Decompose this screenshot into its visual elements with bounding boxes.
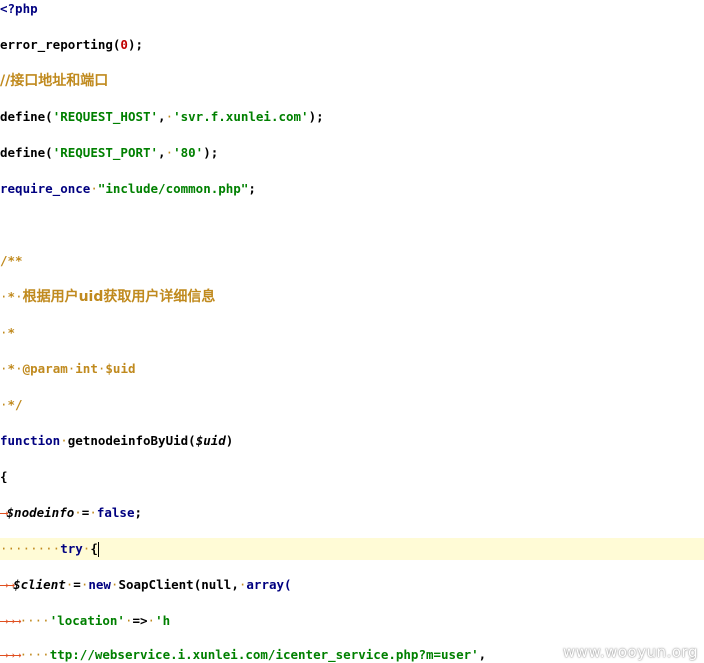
punctuation: );	[203, 145, 219, 160]
text-cursor	[97, 542, 99, 557]
punctuation: ,	[478, 647, 487, 662]
space-marker: ····	[19, 647, 50, 662]
doc-comment-text: 根据用户uid获取用户详细信息	[22, 289, 216, 305]
code-line-14: ⟶$nodeinfo·=·false;	[0, 502, 704, 524]
string-literal: 'svr.f.xunlei.com'	[173, 109, 309, 124]
punctuation: );	[127, 37, 144, 52]
php-open-tag: <?php	[0, 1, 38, 16]
string-literal: "include/common.php"	[97, 181, 249, 196]
doc-comment-star: *	[7, 289, 16, 304]
doc-comment-star: *	[7, 361, 16, 376]
space-marker: ·	[0, 361, 8, 376]
doc-var: $uid	[105, 361, 136, 376]
space-marker: ·	[15, 361, 23, 376]
keyword: false	[96, 505, 135, 520]
code-line-13: {	[0, 466, 704, 488]
function-call: define(	[0, 109, 53, 124]
space-marker: ·	[89, 505, 97, 520]
keyword: require_once	[0, 181, 91, 196]
code-line-12: function·getnodeinfoByUid($uid)	[0, 430, 704, 452]
code-line-6: require_once·"include/common.php";	[0, 178, 704, 200]
space-marker: ····	[19, 613, 50, 628]
string-literal: ttp://webservice.i.xunlei.com/icenter_se…	[49, 647, 479, 662]
punctuation: );	[308, 109, 324, 124]
variable: $nodeinfo	[6, 505, 75, 520]
code-line-9: ·*	[0, 322, 704, 344]
space-marker: ·	[15, 289, 23, 304]
operator: =	[73, 577, 81, 592]
code-line-11: ·*/	[0, 394, 704, 416]
number-literal: 0	[120, 37, 128, 52]
tab-arrow-icon: ⟶⟶⟶	[0, 613, 21, 628]
brace: {	[90, 541, 98, 556]
space-marker: ·	[165, 145, 174, 160]
code-line-7: /**	[0, 250, 704, 272]
doc-tag: @param	[22, 361, 68, 376]
comment: //接口地址和端口	[0, 73, 109, 89]
string-literal: 'REQUEST_HOST'	[52, 109, 159, 124]
punctuation: ,	[158, 109, 166, 124]
doc-comment-open: /**	[0, 253, 23, 268]
code-line-16: ⟶⟶$client·=·new·SoapClient(null,·array(	[0, 574, 704, 596]
punctuation: ,	[158, 145, 166, 160]
brace: {	[0, 469, 8, 484]
space-marker: ········	[0, 541, 61, 556]
keyword: array(	[246, 577, 292, 592]
doc-comment-close: */	[7, 397, 23, 412]
keyword: new	[88, 577, 111, 592]
string-literal: 'h	[155, 613, 171, 628]
space-marker: ·	[74, 505, 82, 520]
tab-arrow-icon: ⟶⟶	[0, 577, 14, 592]
code-line-3: //接口地址和端口	[0, 70, 704, 92]
punctuation: ;	[134, 505, 143, 520]
tab-arrow-icon: ⟶⟶⟶	[0, 647, 21, 662]
space-marker: ·	[0, 397, 8, 412]
punctuation: )	[225, 433, 234, 448]
variable: $client	[13, 577, 66, 592]
string-literal: '80'	[173, 145, 204, 160]
space-marker: ·	[0, 325, 8, 340]
code-line-4: define('REQUEST_HOST',·'svr.f.xunlei.com…	[0, 106, 704, 128]
code-line-5: define('REQUEST_PORT',·'80');	[0, 142, 704, 164]
space-marker: ·	[165, 109, 174, 124]
code-editor[interactable]: <?php error_reporting(0); //接口地址和端口 defi…	[0, 0, 704, 663]
operator: =>	[132, 613, 148, 628]
punctuation: ;	[248, 181, 256, 196]
code-line-1: <?php	[0, 0, 704, 20]
function-call: error_reporting(	[0, 37, 121, 52]
space-marker: ·	[147, 613, 156, 628]
class-call: SoapClient(null,	[118, 577, 239, 592]
keyword: function	[0, 433, 61, 448]
function-call: define(	[0, 145, 53, 160]
space-marker: ·	[90, 181, 98, 196]
keyword: try	[60, 541, 83, 556]
space-marker: ·	[60, 433, 68, 448]
variable: $uid	[195, 433, 226, 448]
string-literal: 'location'	[49, 613, 125, 628]
space-marker: ·	[0, 289, 8, 304]
watermark: www.wooyun.org	[562, 643, 698, 661]
code-line-8: ·*·根据用户uid获取用户详细信息	[0, 286, 704, 308]
code-line-17: ⟶⟶⟶····'location'·=>·'h	[0, 610, 704, 632]
code-line-2: error_reporting(0);	[0, 34, 704, 56]
doc-type: int	[75, 361, 98, 376]
code-line-15-current: ········try·{	[0, 538, 704, 560]
string-literal: 'REQUEST_PORT'	[52, 145, 159, 160]
doc-comment-star: *	[7, 325, 16, 340]
function-name: getnodeinfoByUid(	[67, 433, 196, 448]
code-line-10: ·*·@param·int·$uid	[0, 358, 704, 380]
